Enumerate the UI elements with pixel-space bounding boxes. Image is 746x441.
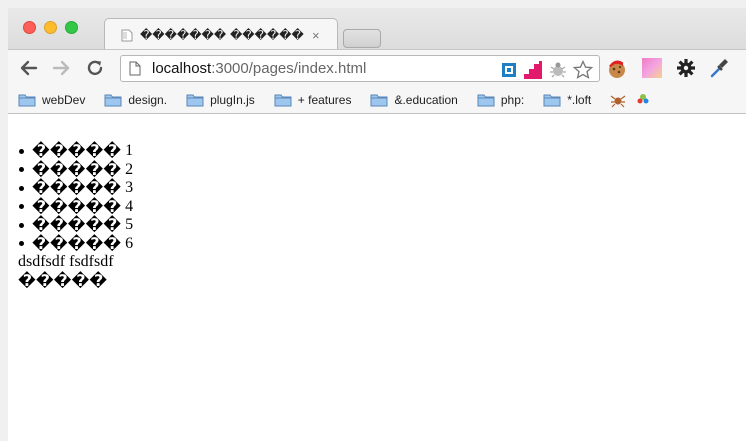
bookmark-label: design. (128, 92, 168, 107)
bookmarks-bar: webDev design. plugIn.js + features &.ed… (8, 86, 746, 114)
page-info-icon[interactable] (129, 61, 143, 77)
bullet (19, 241, 24, 247)
bookmark-spider-icon[interactable] (610, 92, 626, 108)
bullet (19, 204, 24, 210)
list-item-glyphs: ����� (32, 215, 122, 234)
url-path: :3000/pages/index.html (211, 60, 367, 77)
bullet (19, 167, 24, 173)
url-text: localhost:3000/pages/index.html (152, 60, 366, 77)
folder-icon (477, 94, 495, 106)
reload-button[interactable] (84, 56, 106, 80)
close-window-button[interactable] (23, 21, 36, 34)
list-item-number: 5 (125, 216, 134, 233)
omnibox-icons (501, 60, 593, 80)
bookmark-folder-design[interactable]: design. (104, 93, 167, 107)
bookmark-label: *.loft (567, 92, 592, 107)
tab-title: ������� ������ (140, 28, 304, 42)
bookmark-folder-pluginjs[interactable]: plugIn.js (186, 93, 255, 107)
bullet (19, 148, 24, 154)
forward-button[interactable] (50, 56, 72, 80)
address-bar[interactable]: localhost:3000/pages/index.html (120, 55, 600, 82)
tab-content: ������� ������ × (120, 23, 330, 47)
minimize-window-button[interactable] (44, 21, 57, 34)
text-line: dsdfsdf fsdfsdf (18, 253, 114, 270)
list-item: ����� 5 (18, 215, 746, 235)
bookmark-label: plugIn.js (210, 92, 255, 107)
list-item-number: 6 (125, 234, 134, 252)
bookmark-folder-education[interactable]: &.education (370, 92, 458, 107)
list-item: ����� 2 (18, 159, 746, 180)
extension-icons (606, 57, 729, 79)
glyph-line: ����� (18, 270, 108, 290)
list-item: ����� 3 (18, 178, 746, 198)
bookmark-label: + features (297, 92, 352, 107)
bookmark-folder-php[interactable]: php: (477, 93, 524, 107)
list-item: ����� 1 (18, 141, 746, 161)
settings-gear-icon[interactable] (676, 58, 696, 78)
new-tab-button[interactable] (343, 29, 381, 48)
stairs-extension-icon[interactable] (523, 60, 543, 80)
list-item-number: 4 (125, 197, 134, 215)
bullet (19, 222, 24, 228)
extension-square-icon[interactable] (501, 62, 517, 78)
browser-window: ������� ������ × localhost:3000/pages/in… (8, 8, 746, 441)
folder-icon (370, 94, 388, 106)
toolbar: localhost:3000/pages/index.html (8, 49, 746, 86)
folder-icon (186, 94, 204, 106)
list-item-glyphs: ����� (32, 141, 122, 160)
list-item-number: 1 (125, 142, 134, 159)
reload-icon (87, 60, 103, 76)
page-content: ����� 1 ����� 2 ����� 3 ����� 4 ����� 5 … (8, 114, 746, 441)
back-button[interactable] (18, 56, 40, 80)
arrow-left-icon (20, 60, 38, 76)
folder-icon (18, 94, 36, 106)
title-bar: ������� ������ × (8, 8, 746, 50)
url-host: localhost (152, 60, 212, 77)
list-item: ����� 6 (18, 233, 746, 254)
maximize-window-button[interactable] (65, 21, 78, 34)
item-list: ����� 1 ����� 2 ����� 3 ����� 4 ����� 5 … (18, 141, 746, 254)
bookmark-label: php: (500, 92, 525, 107)
list-item-glyphs: ����� (32, 159, 122, 179)
bullet (19, 185, 24, 191)
color-gradient-extension-icon[interactable] (641, 57, 663, 79)
list-item-number: 3 (125, 179, 134, 196)
cookie-santa-extension-icon[interactable] (606, 57, 628, 79)
page-favicon-icon (120, 28, 134, 42)
arrow-right-icon (52, 60, 70, 76)
eyedropper-icon[interactable] (709, 57, 729, 79)
bookmark-folder-features[interactable]: + features (274, 92, 352, 107)
list-item-glyphs: ����� (32, 196, 122, 216)
tab-close-icon[interactable]: × (312, 28, 320, 43)
bookmark-folder-webdev[interactable]: webDev (18, 93, 85, 107)
list-item: ����� 4 (18, 196, 746, 217)
list-item-number: 2 (125, 160, 134, 178)
bookmark-folder-loft[interactable]: *.loft (543, 93, 591, 107)
bookmark-extra-icons (610, 92, 650, 108)
list-item-glyphs: ����� (32, 233, 122, 253)
folder-icon (274, 94, 292, 106)
bookmark-label: webDev (42, 92, 86, 107)
folder-icon (104, 94, 122, 106)
bug-extension-icon[interactable] (549, 61, 567, 79)
folder-icon (543, 94, 561, 106)
bookmark-star-icon[interactable] (573, 60, 593, 80)
bookmark-flower-icon[interactable] (636, 92, 650, 108)
list-item-glyphs: ����� (32, 178, 122, 197)
bookmark-label: &.education (394, 92, 458, 107)
